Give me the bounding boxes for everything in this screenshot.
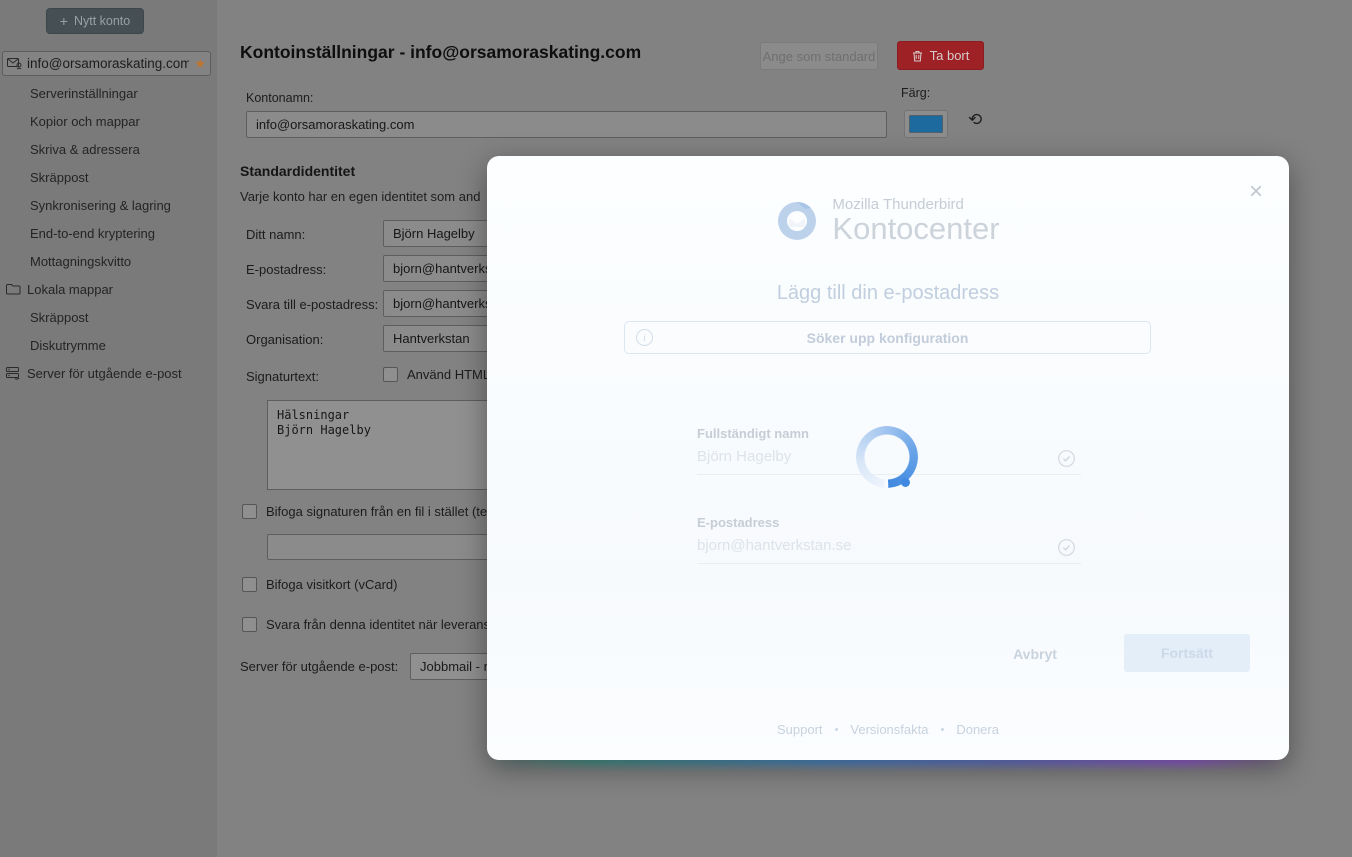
sidebar-item-return-receipts[interactable]: Mottagningskvitto xyxy=(0,247,217,275)
outgoing-server-icon xyxy=(6,366,21,380)
lookup-status-bar: i Söker upp konfiguration xyxy=(624,321,1151,354)
email-address-field: E-postadress bjorn@hantverkstan.se xyxy=(697,515,1081,564)
thunderbird-logo-icon xyxy=(776,200,818,242)
account-name-input[interactable]: info@orsamoraskating.com xyxy=(246,111,887,138)
sidebar-item-local-junk[interactable]: Skräppost xyxy=(0,303,217,331)
trash-icon xyxy=(912,50,923,62)
reply-identity-row[interactable]: Svara från denna identitet när leverans xyxy=(242,617,490,632)
sidebar-item-copies-folders[interactable]: Kopior och mappar xyxy=(0,107,217,135)
color-reset-icon[interactable]: ⟲ xyxy=(968,110,982,130)
vcard-row[interactable]: Bifoga visitkort (vCard) xyxy=(242,577,397,592)
reply-identity-label: Svara från denna identitet när leverans xyxy=(266,617,491,632)
attach-signature-file-row[interactable]: Bifoga signaturen från en fil i stället … xyxy=(242,504,487,519)
new-account-button[interactable]: + Nytt konto xyxy=(46,8,144,34)
outgoing-server-label: Server för utgående e-post xyxy=(27,365,182,381)
accounts-sidebar: + Nytt konto info@orsamoraskating.com ★ … xyxy=(0,0,217,857)
separator-dot: • xyxy=(834,723,839,736)
sidebar-account-label: info@orsamoraskating.com xyxy=(27,56,190,71)
valid-check-icon xyxy=(1058,539,1075,556)
sidebar-item-account[interactable]: info@orsamoraskating.com ★ xyxy=(2,51,211,76)
folder-icon xyxy=(6,283,21,296)
dialog-subtitle: Lägg till din e-postadress xyxy=(776,282,1000,304)
separator-dot: • xyxy=(940,723,945,736)
account-name-label: Kontonamn: xyxy=(246,91,314,105)
your-name-label: Ditt namn: xyxy=(246,227,306,242)
cancel-button[interactable]: Avbryt xyxy=(997,639,1073,669)
sidebar-item-junk[interactable]: Skräppost xyxy=(0,163,217,191)
continue-button[interactable]: Fortsätt xyxy=(1124,634,1250,672)
use-html-checkbox[interactable] xyxy=(383,367,398,382)
reply-identity-checkbox[interactable] xyxy=(242,617,257,632)
sidebar-item-sync-storage[interactable]: Synkronisering & lagring xyxy=(0,191,217,219)
sidebar-item-e2e-encryption[interactable]: End-to-end kryptering xyxy=(0,219,217,247)
account-hub-dialog: × Mozilla Thunderbird Kontocenter Lägg t… xyxy=(487,156,1289,760)
info-icon: i xyxy=(636,329,653,346)
donate-link[interactable]: Donera xyxy=(956,722,999,737)
lookup-status-text: Söker upp konfiguration xyxy=(806,329,969,346)
sidebar-item-local-folders[interactable]: Lokala mappar xyxy=(0,275,217,303)
organization-label: Organisation: xyxy=(246,332,324,347)
delete-button-label: Ta bort xyxy=(929,48,970,63)
vcard-checkbox[interactable] xyxy=(242,577,257,592)
dialog-footer: Support • Versionsfakta • Donera xyxy=(487,722,1289,737)
email-address-label: E-postadress xyxy=(697,515,780,530)
account-hub-header: Mozilla Thunderbird Kontocenter xyxy=(487,196,1289,246)
release-notes-link[interactable]: Versionsfakta xyxy=(850,722,928,737)
default-account-star-icon: ★ xyxy=(194,55,206,71)
vcard-label: Bifoga visitkort (vCard) xyxy=(266,577,398,592)
email-label: E-postadress: xyxy=(246,262,327,277)
mail-account-icon xyxy=(7,57,22,70)
support-link[interactable]: Support xyxy=(777,722,823,737)
email-address-input[interactable]: bjorn@hantverkstan.se xyxy=(697,537,1081,564)
sidebar-item-server-settings[interactable]: Serverinställningar xyxy=(0,79,217,107)
loading-spinner-cap xyxy=(901,478,910,487)
set-default-button[interactable]: Ange som standard xyxy=(760,42,878,70)
page-title: Kontoinställningar - info@orsamoraskatin… xyxy=(240,42,642,62)
attach-signature-file-label: Bifoga signaturen från en fil i stället … xyxy=(266,504,488,519)
outgoing-server-select-label: Server för utgående e-post: xyxy=(240,659,399,674)
delete-account-button[interactable]: Ta bort xyxy=(897,41,984,70)
identity-section-heading: Standardidentitet xyxy=(240,163,356,179)
use-html-checkbox-row[interactable]: Använd HTML xyxy=(383,367,490,382)
account-color-picker[interactable] xyxy=(904,110,948,138)
attach-signature-file-checkbox[interactable] xyxy=(242,504,257,519)
use-html-label: Använd HTML xyxy=(407,367,491,382)
signature-label: Signaturtext: xyxy=(246,369,319,384)
identity-section-description: Varje konto har en egen identitet som an… xyxy=(240,189,481,204)
sidebar-item-disk-space[interactable]: Diskutrymme xyxy=(0,331,217,359)
color-swatch xyxy=(909,115,943,133)
reply-to-label: Svara till e-postadress: xyxy=(246,297,379,312)
sidebar-item-outgoing-server[interactable]: Server för utgående e-post xyxy=(0,359,217,387)
account-color-label: Färg: xyxy=(901,86,931,100)
valid-check-icon xyxy=(1058,450,1075,467)
plus-icon: + xyxy=(59,13,68,29)
new-account-label: Nytt konto xyxy=(73,14,131,28)
local-folders-label: Lokala mappar xyxy=(27,281,113,297)
sidebar-item-composition[interactable]: Skriva & adressera xyxy=(0,135,217,163)
dialog-title: Kontocenter xyxy=(832,211,1000,246)
